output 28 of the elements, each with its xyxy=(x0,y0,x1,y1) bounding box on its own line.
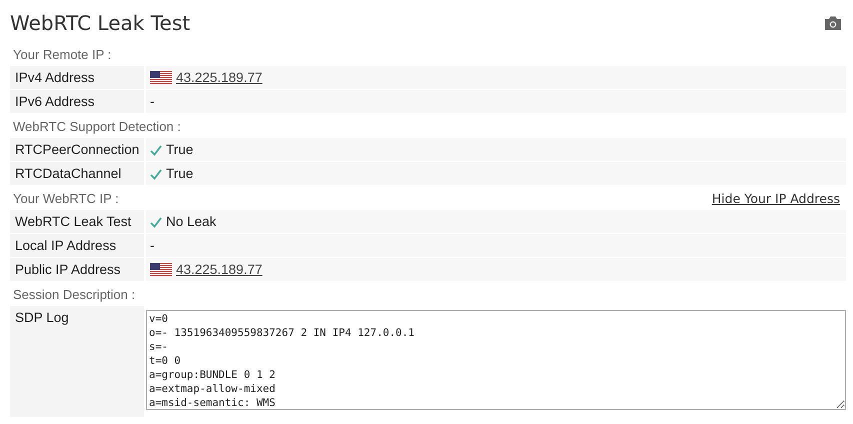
section-heading: Your WebRTC IP : xyxy=(13,190,119,206)
section-heading: Your Remote IP : xyxy=(13,46,112,62)
ip-link[interactable]: 43.225.189.77 xyxy=(176,262,262,277)
section-heading: WebRTC Support Detection : xyxy=(13,118,181,134)
label-cell: SDP Log xyxy=(10,306,144,417)
sdp-log-field[interactable]: v=0 o=- 1351963409559837267 2 IN IP4 127.0.0.1 s=- t=0 0 a=group:BUNDLE 0 1 2 a=extmap-allow-mixed a=msid-semantic: WMS xyxy=(146,310,846,410)
value-text: - xyxy=(150,238,154,253)
section-heading: Session Description : xyxy=(13,286,136,302)
label-cell: IPv4 Address xyxy=(10,66,144,89)
label-cell: Public IP Address xyxy=(10,258,144,281)
camera-icon[interactable] xyxy=(824,15,842,31)
label-cell: Local IP Address xyxy=(10,234,144,257)
label-cell: WebRTC Leak Test xyxy=(10,210,144,233)
flag-icon xyxy=(150,70,172,84)
check-icon xyxy=(150,216,162,228)
label-cell: RTCPeerConnection xyxy=(10,138,144,161)
value-text: No Leak xyxy=(166,214,216,229)
hide-ip-link[interactable]: Hide Your IP Address xyxy=(712,190,840,206)
label-cell: IPv6 Address xyxy=(10,90,144,113)
check-icon xyxy=(150,168,162,180)
page-title: WebRTC Leak Test xyxy=(10,11,190,35)
value-text: True xyxy=(166,166,194,181)
check-icon xyxy=(150,144,162,156)
ip-link[interactable]: 43.225.189.77 xyxy=(176,70,262,85)
value-text: - xyxy=(150,94,154,109)
flag-icon xyxy=(150,262,172,276)
label-cell: RTCDataChannel xyxy=(10,162,144,185)
value-text: True xyxy=(166,142,194,157)
